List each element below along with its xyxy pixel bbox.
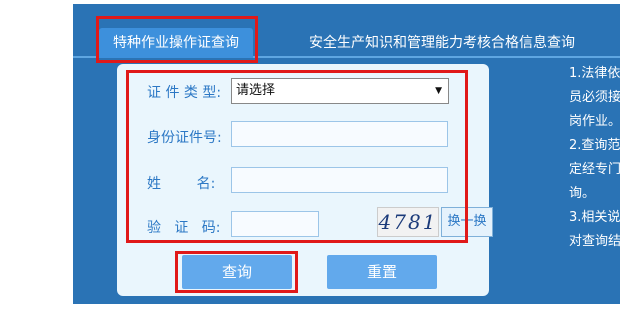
note-line: 岗作业。	[569, 114, 620, 129]
note-line: 3.相关说	[569, 210, 620, 225]
instructions-text: 1.法律依 员必须接 岗作业。 2.查询范 定经专门 询。 3.相关说 对查询结	[569, 64, 620, 256]
note-line: 询。	[569, 186, 596, 201]
note-line: 定经专门	[569, 162, 620, 177]
cert-type-selected-value: 请选择	[236, 83, 276, 98]
cert-type-select[interactable]: 请选择 ▼	[231, 78, 449, 104]
cert-type-label: 证 件 类 型:	[147, 85, 222, 101]
reset-button[interactable]: 重置	[327, 255, 437, 289]
note-line: 1.法律依	[569, 66, 620, 81]
id-number-input[interactable]	[231, 121, 448, 147]
query-form: 证 件 类 型: 请选择 ▼ 身份证件号: 姓 名: 验 证 码: 4781 换…	[117, 64, 493, 296]
query-button[interactable]: 查询	[182, 255, 292, 289]
tab-safety-management-qualification[interactable]: 安全生产知识和管理能力考核合格信息查询	[309, 28, 575, 58]
id-number-label: 身份证件号:	[147, 130, 222, 146]
note-line: 员必须接	[569, 90, 620, 105]
captcha-image[interactable]: 4781	[377, 207, 439, 237]
name-label: 姓 名:	[147, 176, 216, 192]
captcha-refresh-button[interactable]: 换一换	[441, 207, 493, 237]
note-line: 对查询结	[569, 234, 620, 249]
main-panel: 特种作业操作证查询 安全生产知识和管理能力考核合格信息查询 证 件 类 型: 请…	[73, 4, 620, 304]
captcha-input[interactable]	[231, 211, 319, 237]
name-input[interactable]	[231, 167, 448, 193]
tab-special-operation-certificate[interactable]: 特种作业操作证查询	[99, 28, 253, 58]
captcha-label: 验 证 码:	[147, 220, 221, 236]
chevron-down-icon: ▼	[435, 86, 442, 96]
note-line: 2.查询范	[569, 138, 620, 153]
